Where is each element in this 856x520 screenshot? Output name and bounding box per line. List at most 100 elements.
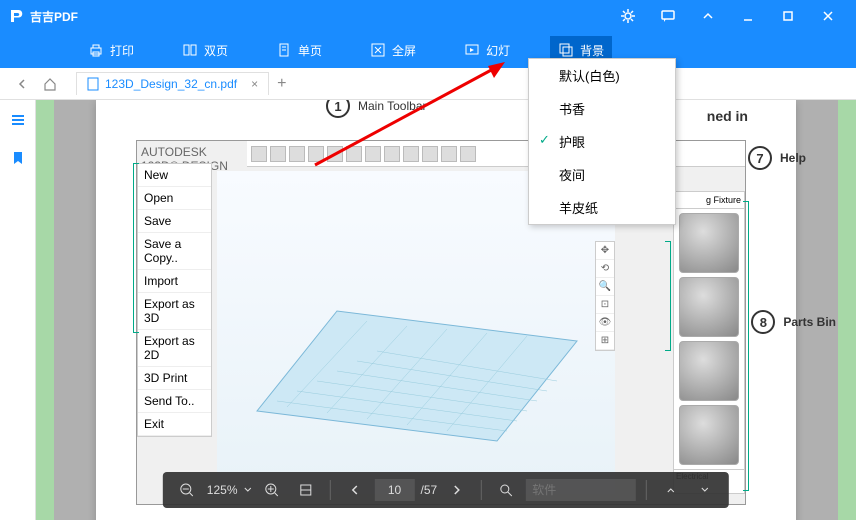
pdf-icon	[87, 77, 99, 91]
prev-result-button[interactable]	[657, 476, 685, 504]
minimize-icon	[741, 9, 755, 23]
bottom-controlbar: 125% /57	[163, 472, 729, 508]
fit-icon	[298, 482, 314, 498]
prev-page-button[interactable]	[341, 476, 369, 504]
tabbar: 123D_Design_32_cn.pdf × +	[0, 68, 856, 100]
sidebar	[0, 100, 36, 520]
callout-7: 7 Help	[748, 146, 806, 170]
app-menu-item: Open	[138, 187, 211, 210]
collapse-button[interactable]	[688, 0, 728, 32]
bookmark-button[interactable]	[6, 146, 30, 170]
new-tab-button[interactable]: +	[277, 75, 286, 93]
chevron-left-icon	[16, 78, 28, 90]
chevron-left-icon	[349, 484, 361, 496]
search-icon	[499, 483, 513, 497]
fullscreen-button[interactable]: 全屏	[362, 36, 424, 65]
app-menu-item: Send To..	[138, 390, 211, 413]
pdf-page: 1 Main Toolbar ned in 7 Help 2 Applicati…	[96, 100, 796, 520]
chevron-up-icon	[701, 9, 715, 23]
app-menu-item: Exit	[138, 413, 211, 436]
chat-icon	[660, 8, 676, 24]
callout-1: 1 Main Toolbar	[326, 100, 426, 118]
doublepage-button[interactable]: 双页	[174, 36, 236, 65]
slideshow-icon	[464, 42, 480, 58]
dropdown-parchment[interactable]: 羊皮纸	[529, 191, 675, 224]
page-total: /57	[421, 483, 438, 497]
next-page-button[interactable]	[443, 476, 471, 504]
singlepage-icon	[276, 42, 292, 58]
app-name: 吉吉PDF	[30, 8, 78, 25]
minimize-button[interactable]	[728, 0, 768, 32]
background-dropdown: 默认(白色) 书香 护眼 夜间 羊皮纸	[528, 58, 676, 225]
app-menu-item: 3D Print	[138, 367, 211, 390]
zoom-level: 125%	[207, 483, 238, 497]
gear-icon	[620, 8, 636, 24]
feedback-button[interactable]	[648, 0, 688, 32]
dropdown-eye[interactable]: 护眼	[529, 125, 675, 158]
fit-button[interactable]	[292, 476, 320, 504]
zoom-in-button[interactable]	[258, 476, 286, 504]
dropdown-book[interactable]: 书香	[529, 92, 675, 125]
bookmark-icon	[10, 150, 26, 166]
outline-button[interactable]	[6, 108, 30, 132]
print-button[interactable]: 打印	[80, 36, 142, 65]
zoom-in-icon	[264, 482, 280, 498]
part-thumbnail	[679, 213, 739, 273]
app-menu-item: Save	[138, 210, 211, 233]
grid-plane	[237, 271, 587, 471]
chevron-down-icon	[700, 485, 710, 495]
part-thumbnail	[679, 341, 739, 401]
doublepage-icon	[182, 42, 198, 58]
back-button[interactable]	[8, 70, 36, 98]
dropdown-default[interactable]: 默认(白色)	[529, 59, 675, 92]
signed-in-text: ned in	[707, 108, 748, 124]
slideshow-button[interactable]: 幻灯	[456, 36, 518, 65]
home-icon	[43, 77, 57, 91]
singlepage-button[interactable]: 单页	[268, 36, 330, 65]
logo-icon	[8, 7, 26, 25]
close-icon	[821, 9, 835, 23]
dropdown-night[interactable]: 夜间	[529, 158, 675, 191]
app-menu-item: Import	[138, 270, 211, 293]
chevron-right-icon	[451, 484, 463, 496]
part-thumbnail	[679, 405, 739, 465]
callout-8: 8 Parts Bin	[751, 310, 836, 334]
tab-filename: 123D_Design_32_cn.pdf	[105, 77, 237, 91]
app-menu-item: New	[138, 164, 211, 187]
tab-close-button[interactable]: ×	[251, 77, 258, 91]
app-menu: NewOpenSaveSave a Copy..ImportExport as …	[137, 163, 212, 437]
part-thumbnail	[679, 277, 739, 337]
document-tab[interactable]: 123D_Design_32_cn.pdf ×	[76, 72, 269, 95]
print-icon	[88, 42, 104, 58]
zoom-out-button[interactable]	[173, 476, 201, 504]
titlebar: 吉吉PDF	[0, 0, 856, 32]
chevron-up-icon	[666, 485, 676, 495]
next-result-button[interactable]	[691, 476, 719, 504]
maximize-button[interactable]	[768, 0, 808, 32]
app-menu-item: Save a Copy..	[138, 233, 211, 270]
main-toolbar: 打印 双页 单页 全屏 幻灯 背景	[0, 32, 856, 68]
maximize-icon	[781, 9, 795, 23]
zoom-out-icon	[179, 482, 195, 498]
search-button[interactable]	[492, 476, 520, 504]
background-icon	[558, 42, 574, 58]
page-edge-left	[36, 100, 54, 520]
app-nav-bar: ✥⟲🔍⊡👁⊞	[595, 241, 615, 351]
settings-button[interactable]	[608, 0, 648, 32]
main-area: 1 Main Toolbar ned in 7 Help 2 Applicati…	[0, 100, 856, 520]
home-button[interactable]	[36, 70, 64, 98]
bracket	[743, 201, 749, 491]
app-menu-item: Export as 2D	[138, 330, 211, 367]
list-icon	[10, 112, 26, 128]
app-menu-item: Export as 3D	[138, 293, 211, 330]
page-input[interactable]	[375, 479, 415, 501]
search-input[interactable]	[526, 479, 636, 501]
bracket	[665, 241, 671, 351]
app-logo: 吉吉PDF	[8, 7, 78, 25]
close-button[interactable]	[808, 0, 848, 32]
app-parts-bin: g Fixture Electrical	[673, 191, 745, 494]
page-edge-right	[838, 100, 856, 520]
document-viewer[interactable]: 1 Main Toolbar ned in 7 Help 2 Applicati…	[36, 100, 856, 520]
chevron-down-icon[interactable]	[244, 486, 252, 494]
fullscreen-icon	[370, 42, 386, 58]
